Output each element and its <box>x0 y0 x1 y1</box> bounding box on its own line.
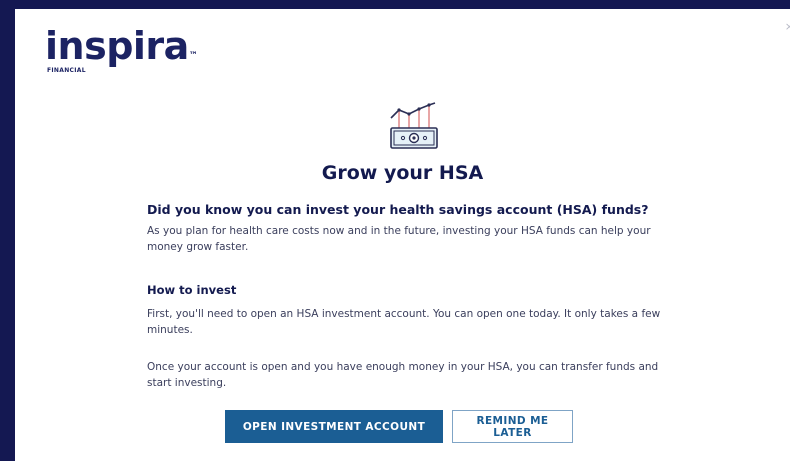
logo-trademark: ™ <box>188 51 198 61</box>
logo-wordmark: inspira <box>45 24 189 68</box>
inspira-logo: inspira™ <box>45 23 198 69</box>
remind-me-later-button[interactable]: REMIND ME LATER <box>452 410 573 443</box>
step-one-text: First, you'll need to open an HSA invest… <box>147 308 661 336</box>
open-investment-account-button[interactable]: OPEN INVESTMENT ACCOUNT <box>225 410 443 443</box>
how-to-invest-heading: How to invest <box>147 283 237 297</box>
logo-subtitle: FINANCIAL <box>47 67 86 74</box>
hsa-modal-dialog: inspira™ FINANCIAL × Grow your HSA Did y… <box>15 9 790 461</box>
dialog-title: Grow your HSA <box>321 162 484 184</box>
intro-text: As you plan for health care costs now an… <box>147 225 651 253</box>
close-icon[interactable]: × <box>785 21 790 32</box>
dialog-question: Did you know you can invest your health … <box>147 202 649 217</box>
step-two-text: Once your account is open and you have e… <box>147 361 659 389</box>
money-growth-icon <box>390 102 438 149</box>
